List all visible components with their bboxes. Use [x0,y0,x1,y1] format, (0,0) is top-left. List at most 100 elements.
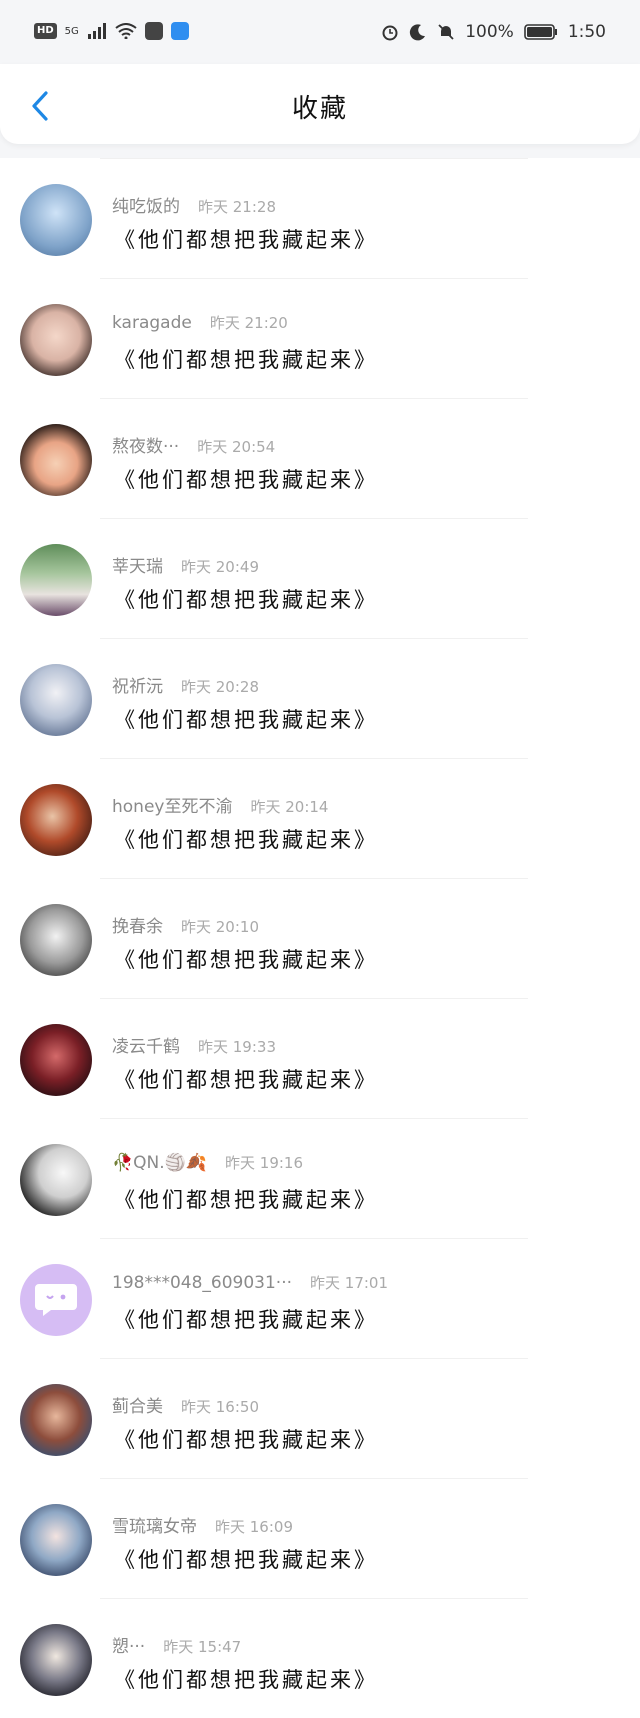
message-app-icon [144,22,163,40]
user-name[interactable]: 莘天瑞 [112,552,163,577]
divider [100,1478,528,1479]
user-name[interactable]: 纯吃饭的 [112,192,180,217]
user-name[interactable]: 凌云千鹤 [112,1032,180,1057]
divider [100,398,528,399]
list-item[interactable]: 祝祈沅 昨天 20:28 《他们都想把我藏起来》 [0,638,640,758]
timestamp: 昨天 20:10 [181,918,259,936]
list-item[interactable]: 挽春余 昨天 20:10 《他们都想把我藏起来》 [0,878,640,998]
book-title[interactable]: 《他们都想把我藏起来》 [114,1424,378,1454]
book-title[interactable]: 《他们都想把我藏起来》 [114,344,378,374]
book-title[interactable]: 《他们都想把我藏起来》 [114,464,378,494]
divider [100,998,528,999]
divider [100,1118,528,1119]
chat-bubble-icon [35,1284,77,1316]
user-name[interactable]: 蓟合美 [112,1392,163,1417]
list-item[interactable]: 蓟合美 昨天 16:50 《他们都想把我藏起来》 [0,1358,640,1478]
top-bar: 收藏 [0,64,640,144]
book-title[interactable]: 《他们都想把我藏起来》 [114,584,378,614]
list-item[interactable]: 愬··· 昨天 15:47 《他们都想把我藏起来》 [0,1598,640,1718]
network-type: 5G [64,25,79,37]
page-title: 收藏 [291,94,348,124]
cloud-app-icon [170,22,189,40]
item-meta: 蓟合美 昨天 16:50 [112,1392,259,1417]
status-bar: HD 5G 100% 1:50 [0,0,640,64]
divider [100,878,528,879]
status-right: 100% 1:50 [381,22,606,42]
item-meta: 莘天瑞 昨天 20:49 [112,552,259,577]
timestamp: 昨天 21:20 [209,314,288,332]
avatar[interactable] [20,784,92,856]
item-meta: 198***048_609031··· 昨天 17:01 [112,1272,388,1293]
avatar[interactable] [20,544,92,616]
avatar[interactable] [20,424,92,496]
list-item[interactable]: honey至死不渝 昨天 20:14 《他们都想把我藏起来》 [0,758,640,878]
moon-icon [410,24,426,41]
book-title[interactable]: 《他们都想把我藏起来》 [114,704,378,734]
book-title[interactable]: 《他们都想把我藏起来》 [114,1664,378,1694]
battery-icon [524,24,557,40]
book-title[interactable]: 《他们都想把我藏起来》 [114,1184,378,1214]
timestamp: 昨天 20:14 [250,798,329,816]
timestamp: 昨天 21:28 [198,198,276,216]
book-title[interactable]: 《他们都想把我藏起来》 [114,1304,378,1334]
item-meta: 纯吃饭的 昨天 21:28 [112,192,276,217]
divider [100,1598,528,1599]
timestamp: 昨天 20:28 [181,678,259,696]
timestamp: 昨天 19:33 [198,1038,276,1056]
avatar[interactable] [20,1624,92,1696]
divider [100,158,528,159]
divider [100,638,528,639]
timestamp: 昨天 15:47 [163,1638,242,1656]
user-name[interactable]: 祝祈沅 [112,672,163,697]
user-name[interactable]: 🥀QN.🏐🍂 [112,1153,207,1173]
signal-icon [87,23,106,39]
list-item[interactable]: 莘天瑞 昨天 20:49 《他们都想把我藏起来》 [0,518,640,638]
item-meta: 🥀QN.🏐🍂 昨天 19:16 [112,1152,303,1173]
divider [100,1238,528,1239]
avatar[interactable] [20,904,92,976]
list-item[interactable]: karagade 昨天 21:20 《他们都想把我藏起来》 [0,278,640,398]
user-name[interactable]: 熬夜数··· [112,432,179,457]
divider [100,758,528,759]
status-left: HD 5G [34,22,189,40]
wifi-icon [115,23,137,39]
item-meta: 雪琉璃女帝 昨天 16:09 [112,1512,293,1537]
book-title[interactable]: 《他们都想把我藏起来》 [114,824,378,854]
avatar[interactable] [20,1024,92,1096]
list-item[interactable]: 198***048_609031··· 昨天 17:01 《他们都想把我藏起来》 [0,1238,640,1358]
list-item[interactable]: 🥀QN.🏐🍂 昨天 19:16 《他们都想把我藏起来》 [0,1118,640,1238]
item-meta: honey至死不渝 昨天 20:14 [112,792,328,817]
book-title[interactable]: 《他们都想把我藏起来》 [114,224,378,254]
battery-percent: 100% [465,22,514,42]
avatar[interactable] [20,1264,92,1336]
book-title[interactable]: 《他们都想把我藏起来》 [114,1064,378,1094]
list-item[interactable]: 凌云千鹤 昨天 19:33 《他们都想把我藏起来》 [0,998,640,1118]
avatar[interactable] [20,304,92,376]
item-meta: 祝祈沅 昨天 20:28 [112,672,259,697]
user-name[interactable]: 198***048_609031··· [112,1273,292,1293]
clock-time: 1:50 [567,22,606,42]
user-name[interactable]: 雪琉璃女帝 [112,1512,197,1537]
hd-badge: HD [34,23,57,39]
alarm-icon [382,25,398,41]
user-name[interactable]: 愬··· [112,1632,145,1657]
item-meta: karagade 昨天 21:20 [112,312,288,333]
user-name[interactable]: 挽春余 [112,912,163,937]
book-title[interactable]: 《他们都想把我藏起来》 [114,944,378,974]
list-item[interactable]: 熬夜数··· 昨天 20:54 《他们都想把我藏起来》 [0,398,640,518]
avatar[interactable] [20,184,92,256]
divider [100,278,528,279]
avatar[interactable] [20,664,92,736]
book-title[interactable]: 《他们都想把我藏起来》 [114,1544,378,1574]
timestamp: 昨天 16:50 [181,1398,259,1416]
timestamp: 昨天 19:16 [225,1154,304,1172]
avatar[interactable] [20,1144,92,1216]
item-meta: 凌云千鹤 昨天 19:33 [112,1032,276,1057]
item-meta: 愬··· 昨天 15:47 [112,1632,241,1657]
user-name[interactable]: honey至死不渝 [112,792,232,817]
list-item[interactable]: 雪琉璃女帝 昨天 16:09 《他们都想把我藏起来》 [0,1478,640,1598]
list-item[interactable]: 纯吃饭的 昨天 21:28 《他们都想把我藏起来》 [0,158,640,278]
avatar[interactable] [20,1384,92,1456]
avatar[interactable] [20,1504,92,1576]
user-name[interactable]: karagade [112,313,192,333]
